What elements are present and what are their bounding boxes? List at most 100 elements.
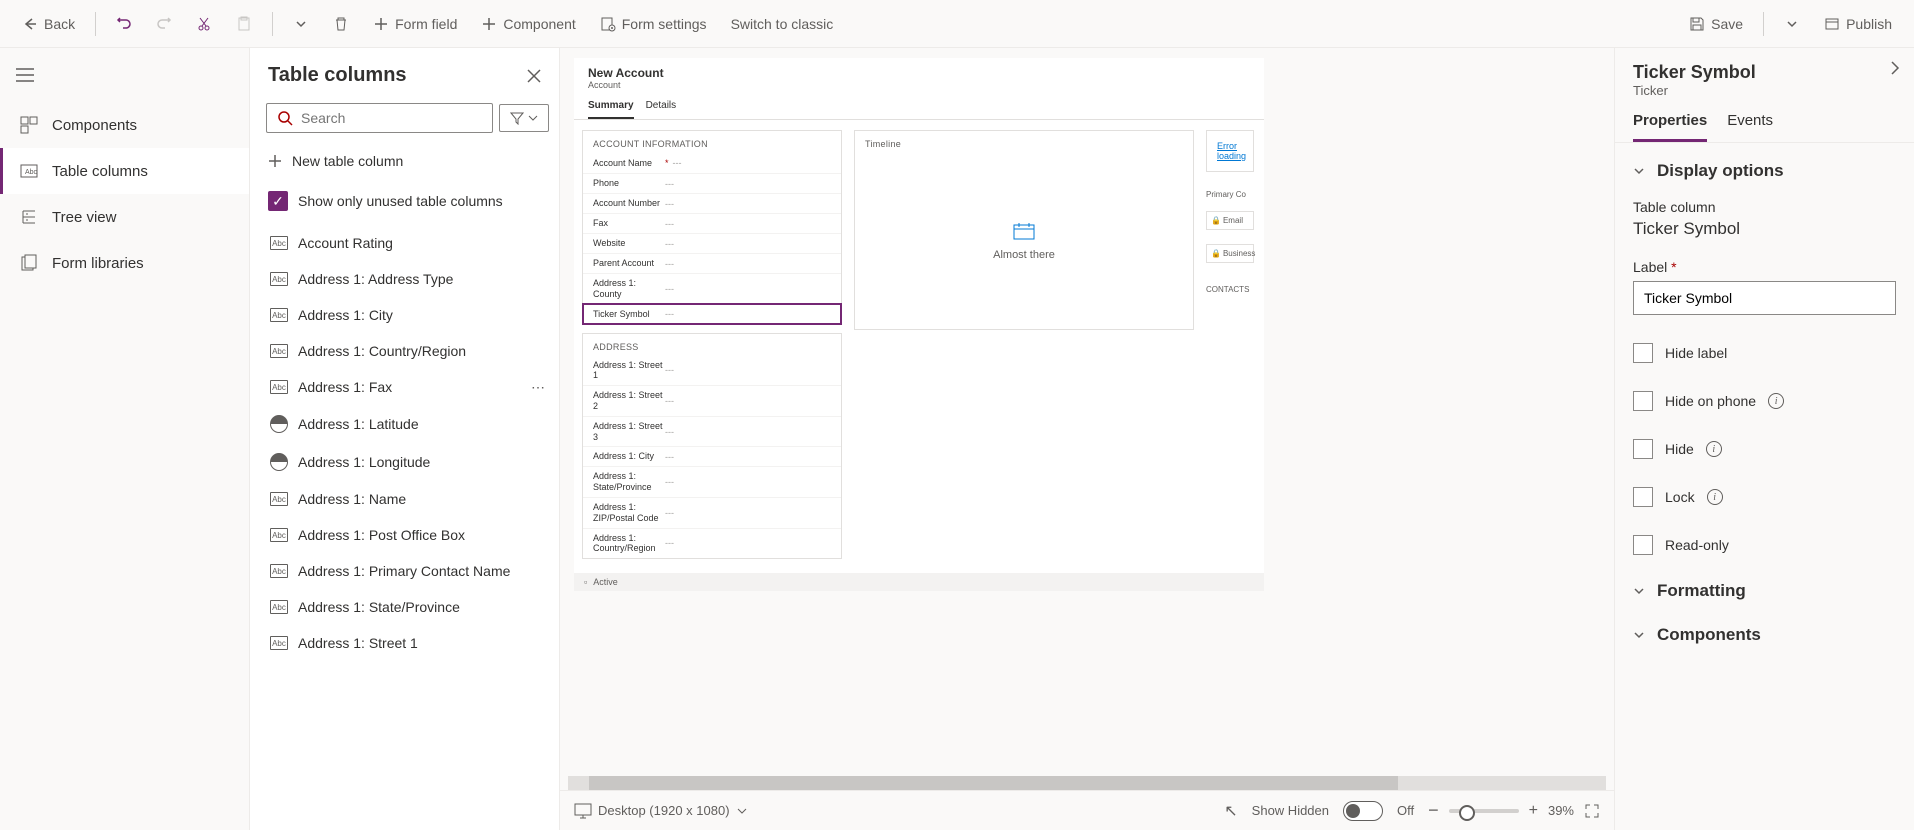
column-item[interactable]: AbcAddress 1: Name [266,481,553,517]
info-icon[interactable]: i [1768,393,1784,409]
hide-checkbox[interactable]: Hide i [1633,431,1896,467]
back-arrow-icon [22,16,38,32]
form-field-row[interactable]: Address 1: Country/Region--- [583,528,841,559]
form-field-button[interactable]: Form field [363,10,467,38]
column-list[interactable]: AbcAccount RatingAbcAddress 1: Address T… [250,225,559,830]
column-item[interactable]: AbcAddress 1: Fax⋯ [266,369,553,405]
section-components[interactable]: Components [1633,619,1896,651]
paste-button[interactable] [226,10,262,38]
tab-events[interactable]: Events [1727,112,1773,142]
props-subtitle: Ticker [1633,83,1896,98]
close-panel-button[interactable] [527,69,541,83]
column-item[interactable]: AbcAddress 1: Post Office Box [266,517,553,553]
chevron-down-icon [736,805,748,817]
zoom-out-button[interactable]: − [1428,800,1439,821]
collapse-panel-button[interactable] [1890,60,1900,76]
column-item[interactable]: AbcAddress 1: City [266,297,553,333]
form-field-row[interactable]: Address 1: Street 1--- [583,356,841,386]
column-item[interactable]: AbcAddress 1: Street 1 [266,625,553,661]
hide-label-checkbox[interactable]: Hide label [1633,335,1896,371]
lock-icon: 🔒 [1211,216,1221,225]
filter-button[interactable] [499,104,549,132]
info-icon[interactable]: i [1706,441,1722,457]
section-account-info[interactable]: ACCOUNT INFORMATION Account Name*---Phon… [582,130,842,325]
new-table-column-button[interactable]: New table column [250,141,559,181]
checkbox-checked-icon: ✓ [268,191,288,211]
form-tab-details[interactable]: Details [646,100,677,119]
publish-button[interactable]: Publish [1814,10,1902,38]
delete-button[interactable] [323,10,359,38]
canvas-scroll[interactable]: New Account Account Summary Details ACCO… [560,48,1614,776]
form-field-row[interactable]: Ticker Symbol--- [583,304,841,324]
form-preview[interactable]: New Account Account Summary Details ACCO… [574,58,1264,591]
tree-view-icon [20,208,38,226]
info-icon[interactable]: i [1707,489,1723,505]
column-item[interactable]: Address 1: Latitude [266,405,553,443]
column-item[interactable]: AbcAddress 1: Primary Contact Name [266,553,553,589]
redo-button[interactable] [146,10,182,38]
column-item[interactable]: AbcAccount Rating [266,225,553,261]
field-label: Address 1: Street 1 [593,360,665,382]
component-button[interactable]: Component [471,10,585,38]
rail-form-libraries[interactable]: Form libraries [0,240,249,286]
hamburger-menu[interactable] [8,60,241,90]
label-input[interactable] [1633,281,1896,315]
form-settings-button[interactable]: Form settings [590,10,717,38]
rail-table-columns[interactable]: Abc Table columns [0,148,249,194]
undo-button[interactable] [106,10,142,38]
side-email[interactable]: 🔒Email [1206,211,1254,230]
section-display-options[interactable]: Display options [1633,155,1896,187]
save-button[interactable]: Save [1679,10,1753,38]
switch-classic-button[interactable]: Switch to classic [721,10,844,38]
form-field-row[interactable]: Website--- [583,233,841,253]
form-field-row[interactable]: Address 1: ZIP/Postal Code--- [583,497,841,528]
field-value: --- [665,427,674,437]
column-item[interactable]: AbcAddress 1: State/Province [266,589,553,625]
save-dropdown-button[interactable] [1774,10,1810,38]
rail-tree-view[interactable]: Tree view [0,194,249,240]
column-item[interactable]: AbcAddress 1: Address Type [266,261,553,297]
show-unused-checkbox-row[interactable]: ✓ Show only unused table columns [250,181,559,225]
form-field-row[interactable]: Address 1: Street 3--- [583,416,841,447]
readonly-checkbox[interactable]: Read-only [1633,527,1896,563]
section-address[interactable]: ADDRESS Address 1: Street 1---Address 1:… [582,333,842,560]
error-loading-link[interactable]: Error loading [1206,130,1254,172]
section-title: Timeline [855,131,1193,153]
side-business[interactable]: 🔒Business [1206,244,1254,263]
fit-screen-button[interactable] [1584,803,1600,819]
form-field-row[interactable]: Address 1: State/Province--- [583,466,841,497]
zoom-in-button[interactable]: + [1529,802,1538,820]
section-timeline[interactable]: Timeline Almost there [854,130,1194,330]
form-field-row[interactable]: Address 1: County--- [583,273,841,304]
form-field-row[interactable]: Fax--- [583,213,841,233]
column-item[interactable]: AbcAddress 1: Country/Region [266,333,553,369]
zoom-slider[interactable] [1449,809,1519,813]
more-icon[interactable]: ⋯ [531,379,545,396]
form-field-row[interactable]: Phone--- [583,173,841,193]
form-field-row[interactable]: Account Name*--- [583,153,841,173]
back-button[interactable]: Back [12,10,85,38]
search-input[interactable] [301,110,482,126]
search-input-wrapper[interactable] [266,103,493,133]
form-field-row[interactable]: Parent Account--- [583,253,841,273]
form-field-row[interactable]: Account Number--- [583,193,841,213]
section-formatting[interactable]: Formatting [1633,575,1896,607]
column-item[interactable]: Address 1: Longitude [266,443,553,481]
field-value: --- [665,309,674,319]
lock-checkbox[interactable]: Lock i [1633,479,1896,515]
rail-components[interactable]: Components [0,102,249,148]
tab-properties[interactable]: Properties [1633,112,1707,142]
form-tab-summary[interactable]: Summary [588,100,634,119]
monitor-icon [574,803,592,819]
hide-on-phone-checkbox[interactable]: Hide on phone i [1633,383,1896,419]
chevron-down-icon [1633,165,1645,177]
horizontal-scrollbar[interactable] [568,776,1606,790]
form-field-label: Form field [395,16,457,32]
form-field-row[interactable]: Address 1: City--- [583,446,841,466]
paste-dropdown-button[interactable] [283,10,319,38]
show-hidden-toggle[interactable] [1343,801,1383,821]
cut-button[interactable] [186,10,222,38]
form-field-row[interactable]: Address 1: Street 2--- [583,385,841,416]
device-selector[interactable]: Desktop (1920 x 1080) [574,803,748,819]
show-hidden-label: Show Hidden [1252,803,1329,818]
